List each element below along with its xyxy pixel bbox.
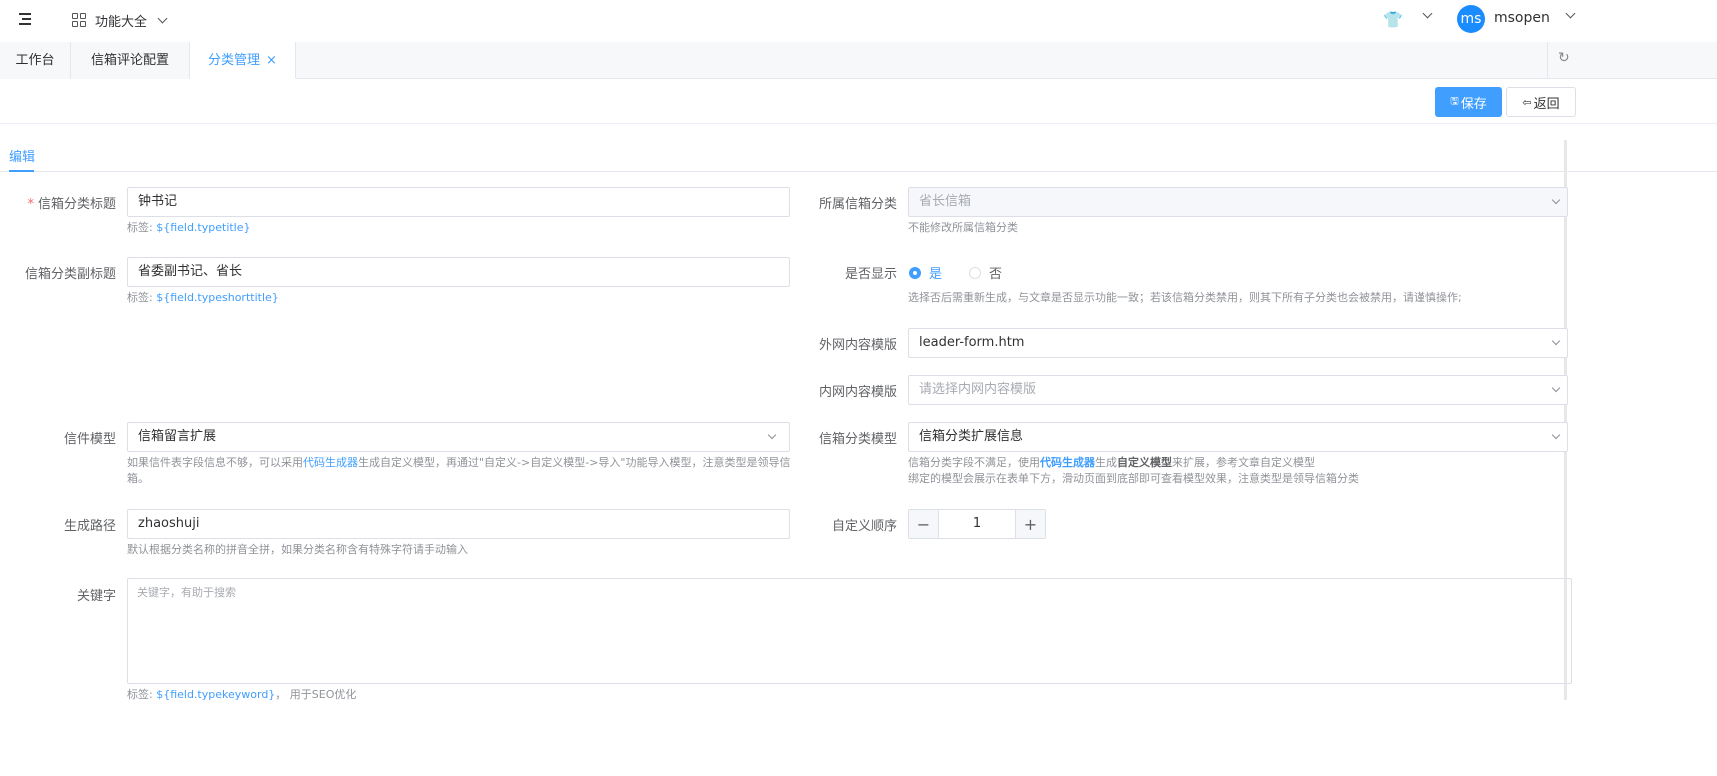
back-button-label: 返回 (1533, 96, 1560, 112)
mailbox-category-label: 所属信箱分类 (818, 197, 897, 212)
back-icon: ⇦ (1522, 95, 1532, 109)
help-prefix: 标签: (127, 688, 157, 701)
tab-label: 工作台 (15, 53, 55, 68)
help-bold: 自定义模型 (1117, 456, 1172, 469)
letter-model-help: 如果信件表字段信息不够，可以采用代码生成器生成自定义模型，再通过"自定义->自定… (127, 455, 797, 487)
help-text: 信箱分类字段不满足，使用 (908, 456, 1040, 469)
help-prefix: 标签: (127, 291, 157, 304)
help-text: 箱。 (127, 472, 149, 485)
chevron-down-icon (1551, 383, 1561, 393)
chevron-down-icon (1551, 336, 1561, 346)
display-help: 选择否后需重新生成，与文章是否显示功能一致；若该信箱分类禁用，则其下所有子分类也… (908, 291, 1462, 304)
divider (0, 123, 1717, 124)
decrement-button[interactable]: − (909, 510, 939, 538)
display-yes-radio[interactable]: 是 (909, 263, 942, 282)
code-generator-link[interactable]: 代码生成器 (1040, 456, 1095, 469)
increment-button[interactable]: + (1015, 510, 1045, 538)
save-button-label: 保存 (1460, 96, 1487, 112)
grid-icon (72, 13, 86, 27)
title-label: * 信箱分类标题 (27, 193, 116, 212)
path-help: 默认根据分类名称的拼音全拼，如果分类名称含有特殊字符请手动输入 (127, 543, 468, 556)
keywords-help: 标签: ${field.typekeyword}， 用于SEO优化 (127, 687, 356, 703)
chevron-down-icon (1551, 195, 1561, 205)
external-template-select[interactable]: leader-form.htm (908, 328, 1568, 358)
divider (1547, 42, 1548, 79)
save-icon: 🖫 (1450, 95, 1459, 107)
close-icon[interactable]: × (266, 53, 277, 68)
help-text: ， 用于SEO优化 (275, 688, 357, 701)
help-text: 生成 (1095, 456, 1117, 469)
apps-menu-label: 功能大全 (95, 14, 148, 30)
subtitle-label: 信箱分类副标题 (24, 267, 116, 282)
letter-model-label: 信件模型 (63, 432, 116, 447)
top-bar: 功能大全 👕 ms msopen (0, 0, 1717, 42)
chevron-down-icon[interactable] (1565, 8, 1576, 19)
help-text: 生成自定义模型，再通过"自定义->自定义模型->导入"功能导入模型，注意类型是领… (358, 456, 791, 469)
order-label: 自定义顺序 (831, 519, 897, 534)
theme-shirt-icon[interactable]: 👕 (1383, 10, 1403, 29)
category-model-help: 信箱分类字段不满足，使用代码生成器生成自定义模型来扩展，参考文章自定义模型绑定的… (908, 455, 1359, 487)
mailbox-category-help: 不能修改所属信箱分类 (908, 221, 1018, 234)
tab-label: 分类管理 (208, 53, 261, 68)
external-template-label: 外网内容模版 (818, 338, 897, 353)
internal-template-placeholder: 请选择内网内容模版 (919, 382, 1037, 397)
divider (0, 171, 1717, 172)
chevron-down-icon (157, 13, 168, 23)
tab-category-management[interactable]: 分类管理 × (190, 42, 296, 79)
external-template-value: leader-form.htm (919, 335, 1025, 350)
display-no-radio[interactable]: 否 (969, 263, 1002, 282)
menu-collapse-icon[interactable] (17, 11, 33, 27)
tab-label: 信箱评论配置 (90, 53, 169, 68)
letter-model-value: 信箱留言扩展 (138, 429, 217, 444)
help-code: ${field.typeshorttitle} (156, 291, 279, 304)
help-code: ${field.typetitle} (156, 221, 251, 234)
category-model-value: 信箱分类扩展信息 (919, 429, 1024, 444)
back-button[interactable]: ⇦ 返回 (1506, 87, 1576, 117)
code-generator-link[interactable]: 代码生成器 (303, 456, 358, 469)
refresh-icon[interactable]: ↻ (1558, 50, 1570, 66)
help-text: 如果信件表字段信息不够，可以采用 (127, 456, 303, 469)
letter-model-select[interactable]: 信箱留言扩展 (127, 422, 790, 452)
username[interactable]: msopen (1494, 10, 1550, 26)
chevron-down-icon[interactable] (1422, 8, 1433, 19)
avatar[interactable]: ms (1457, 5, 1485, 33)
required-mark: * (27, 197, 34, 212)
internal-template-label: 内网内容模版 (818, 385, 897, 400)
category-model-select[interactable]: 信箱分类扩展信息 (908, 422, 1568, 452)
radio-unchecked-icon (969, 266, 981, 279)
order-input[interactable]: 1 (939, 510, 1015, 538)
chevron-down-icon (767, 430, 777, 440)
tab-workbench[interactable]: 工作台 (0, 42, 71, 79)
apps-menu[interactable]: 功能大全 (72, 10, 168, 30)
chevron-down-icon (1551, 430, 1561, 440)
path-label: 生成路径 (63, 519, 116, 534)
keywords-label: 关键字 (76, 589, 116, 604)
save-button[interactable]: 🖫 保存 (1435, 87, 1502, 117)
radio-label: 是 (929, 267, 943, 282)
keywords-textarea[interactable]: 关键字，有助于搜索 (127, 578, 1572, 684)
display-label: 是否显示 (844, 267, 897, 282)
path-input[interactable]: zhaoshuji (127, 509, 790, 539)
active-tab-indicator (9, 170, 34, 172)
title-label-text: 信箱分类标题 (37, 197, 116, 212)
title-help: 标签: ${field.typetitle} (127, 220, 251, 236)
tab-edit[interactable]: 编辑 (9, 146, 35, 165)
category-model-label: 信箱分类模型 (818, 432, 897, 447)
radio-label: 否 (989, 267, 1003, 282)
page-tabs: 工作台 信箱评论配置 分类管理 × ↻ (0, 42, 1717, 79)
help-text: 来扩展，参考文章自定义模型 (1172, 456, 1315, 469)
help-code: ${field.typekeyword} (156, 688, 276, 701)
mailbox-category-value: 省长信箱 (919, 194, 972, 209)
radio-checked-icon (909, 266, 921, 279)
title-input[interactable]: 钟书记 (127, 187, 790, 217)
tab-mailbox-comment-config[interactable]: 信箱评论配置 (71, 42, 190, 79)
help-prefix: 标签: (127, 221, 157, 234)
order-stepper: − 1 + (908, 509, 1046, 539)
internal-template-select[interactable]: 请选择内网内容模版 (908, 375, 1568, 405)
subtitle-input[interactable]: 省委副书记、省长 (127, 257, 790, 287)
mailbox-category-select: 省长信箱 (908, 187, 1568, 217)
help-text: 绑定的模型会展示在表单下方，滑动页面到底部即可查看模型效果，注意类型是领导信箱分… (908, 472, 1359, 485)
subtitle-help: 标签: ${field.typeshorttitle} (127, 290, 279, 306)
